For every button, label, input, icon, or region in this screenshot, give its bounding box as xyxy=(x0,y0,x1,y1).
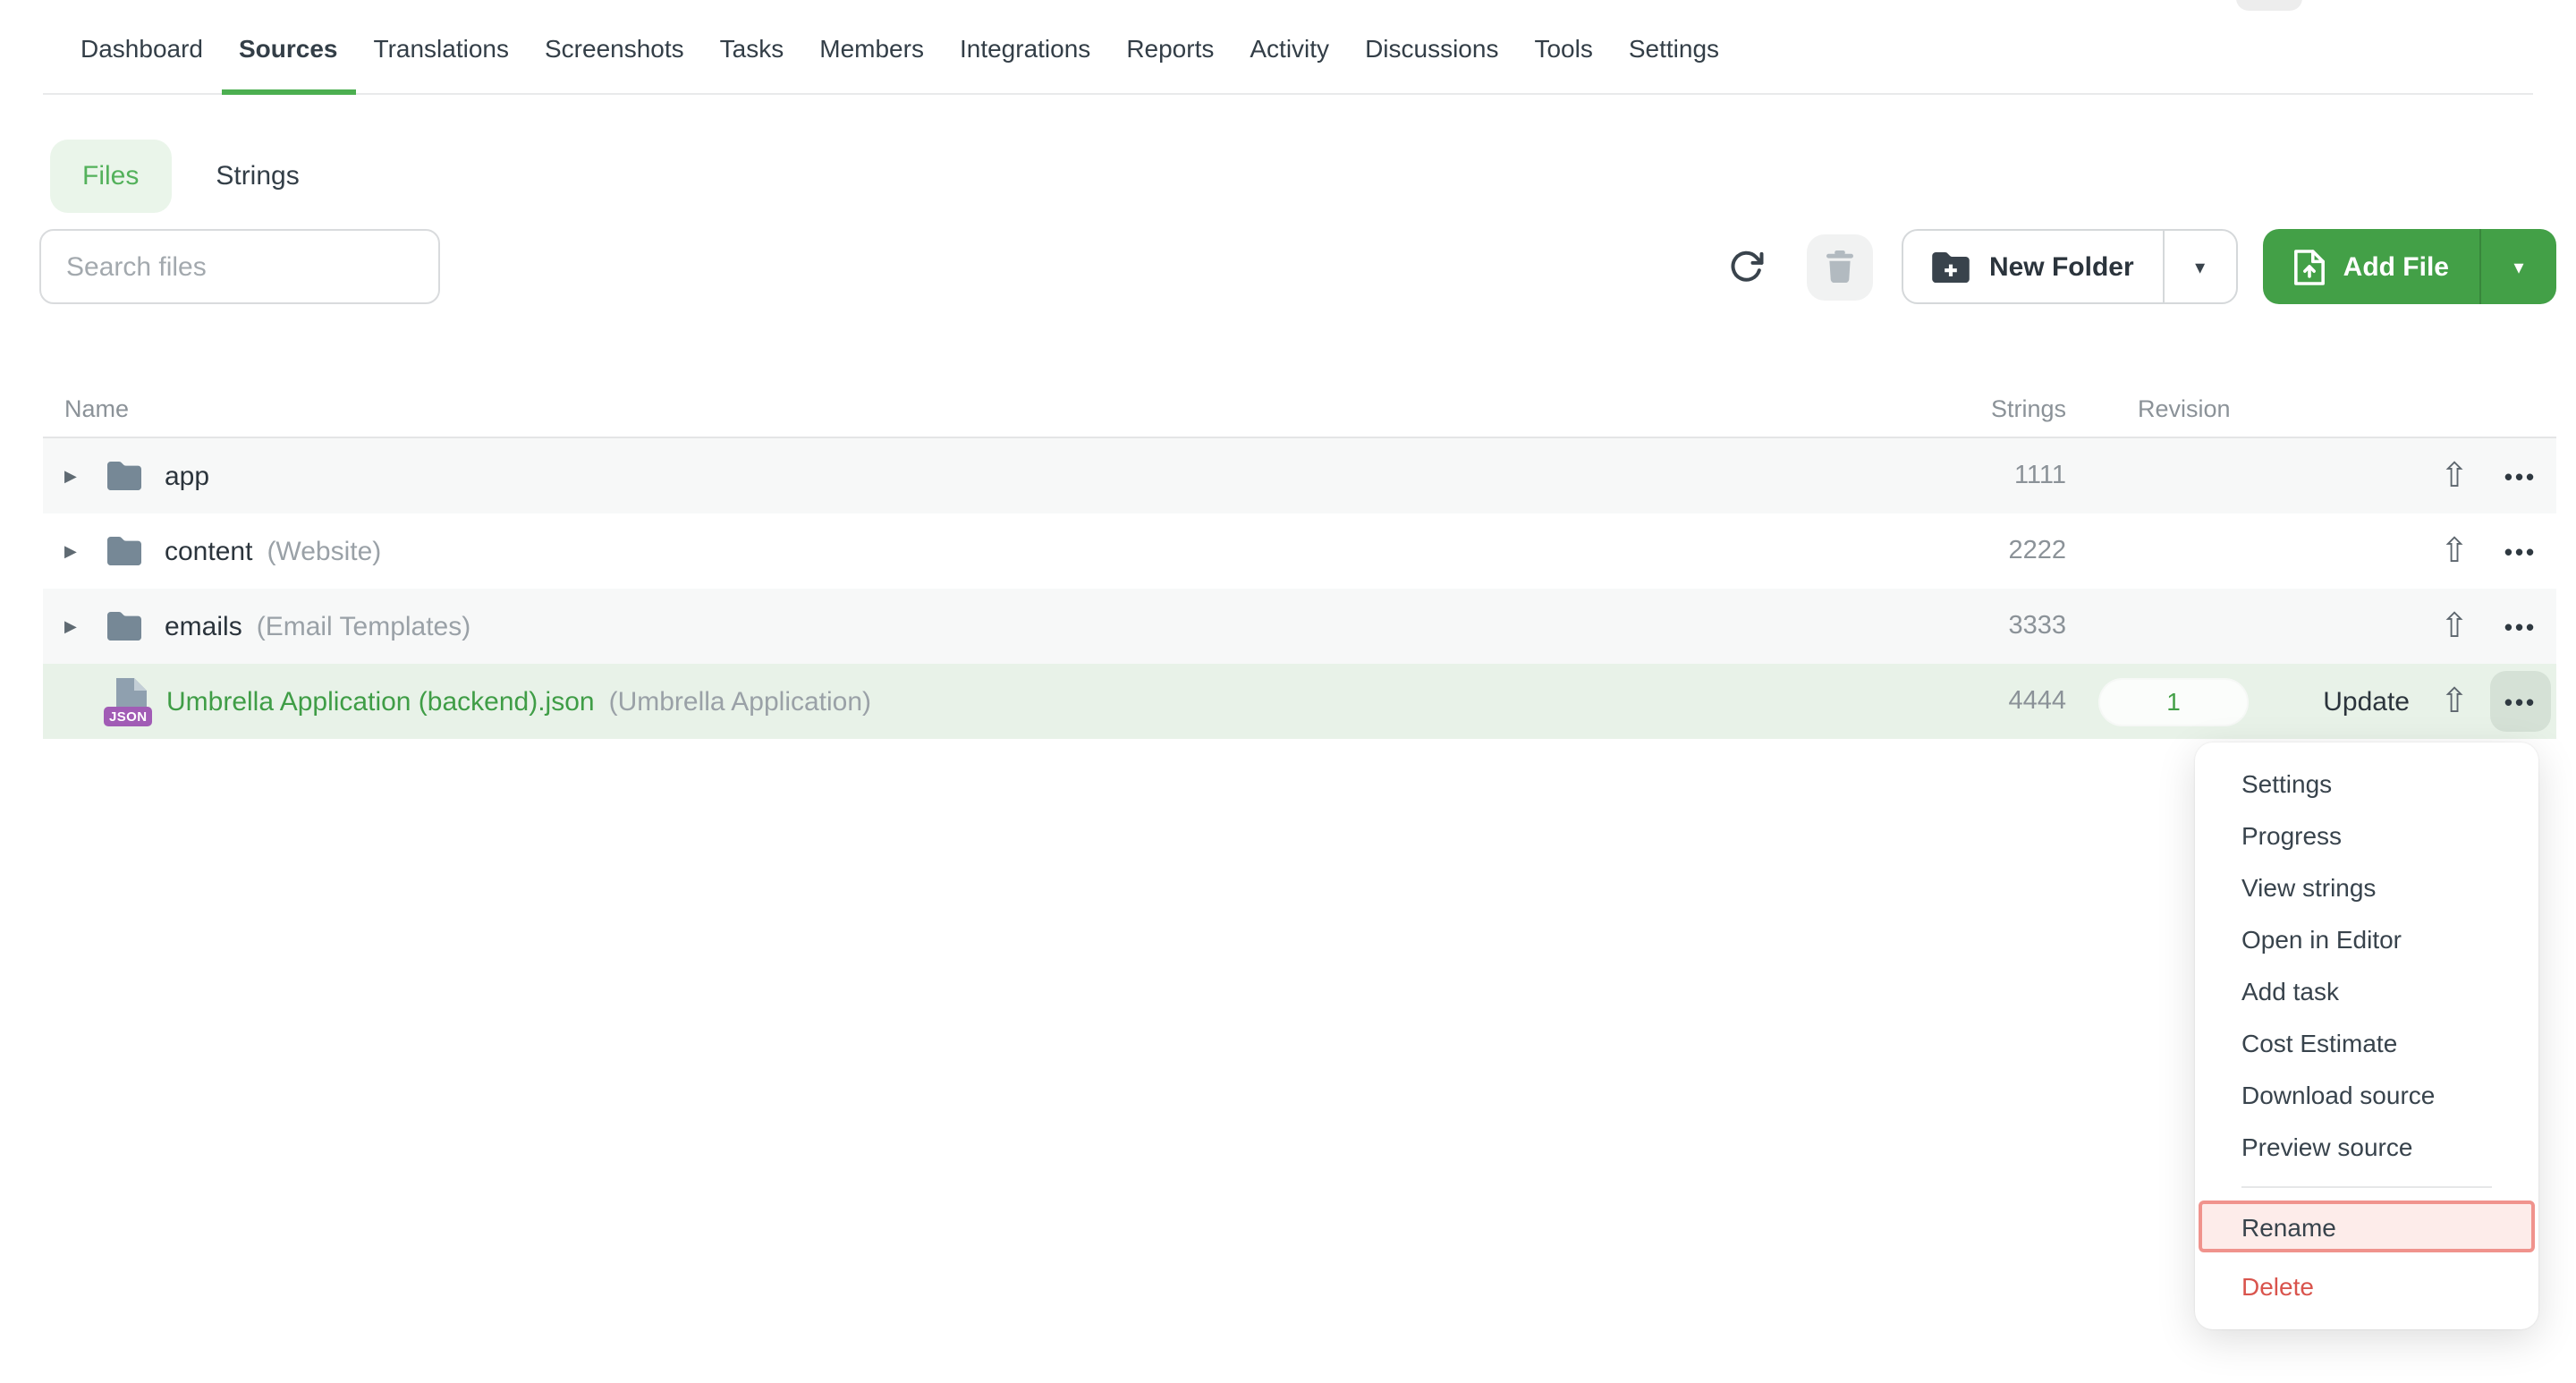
nav-item-translations[interactable]: Translations xyxy=(356,14,528,93)
upload-icon[interactable]: ⇧ xyxy=(2424,684,2485,718)
column-header-revision: Revision xyxy=(2066,395,2281,422)
nav-item-tasks[interactable]: Tasks xyxy=(702,14,802,93)
page: Dashboard Sources Translations Screensho… xyxy=(0,0,2576,1383)
folder-plus-icon xyxy=(1932,251,1970,282)
nav-item-dashboard[interactable]: Dashboard xyxy=(63,14,221,93)
folder-icon xyxy=(107,537,141,565)
table-row[interactable]: ▶ emails (Email Templates) 3333 ⇧ ••• xyxy=(43,589,2556,664)
new-folder-split-button: New Folder ▾ xyxy=(1902,229,2238,304)
folder-annotation: (Website) xyxy=(267,536,381,566)
add-file-split-button: Add File ▾ xyxy=(2263,229,2556,304)
column-header-name: Name xyxy=(43,395,1852,422)
table-header: Name Strings Revision xyxy=(43,381,2556,438)
new-folder-button[interactable]: New Folder xyxy=(1903,231,2163,302)
row-menu-button-active[interactable]: ••• xyxy=(2490,671,2551,732)
files-table: Name Strings Revision ▶ app 1111 ⇧ ••• xyxy=(43,381,2556,739)
new-folder-dropdown-button[interactable]: ▾ xyxy=(2163,231,2236,302)
upload-icon[interactable]: ⇧ xyxy=(2424,534,2485,568)
row-menu-button[interactable]: ••• xyxy=(2504,615,2537,638)
strings-count: 4444 xyxy=(1852,687,2066,716)
strings-count: 3333 xyxy=(1852,612,2066,641)
nav-item-reports[interactable]: Reports xyxy=(1108,14,1232,93)
file-name-cell: ▶ content (Website) xyxy=(43,536,1852,566)
menu-item-rename-highlighted[interactable]: Rename xyxy=(2199,1201,2535,1252)
add-file-dropdown-button[interactable]: ▾ xyxy=(2479,229,2556,304)
menu-item-delete[interactable]: Delete xyxy=(2195,1260,2538,1311)
trash-icon xyxy=(1826,250,1853,283)
update-link[interactable]: Update xyxy=(2281,686,2424,717)
file-context-menu: Settings Progress View strings Open in E… xyxy=(2195,742,2538,1329)
menu-divider xyxy=(2241,1186,2492,1188)
refresh-icon xyxy=(1728,249,1764,284)
nav-item-discussions[interactable]: Discussions xyxy=(1347,14,1516,93)
nav-item-settings[interactable]: Settings xyxy=(1611,14,1737,93)
menu-item-preview-source[interactable]: Preview source xyxy=(2195,1120,2538,1172)
expand-arrow-icon[interactable]: ▶ xyxy=(64,466,107,486)
folder-annotation: (Email Templates) xyxy=(257,611,471,641)
column-header-strings: Strings xyxy=(1852,395,2066,422)
revision-cell: 1 xyxy=(2066,677,2281,725)
folder-icon xyxy=(107,462,141,490)
file-name-cell: ▶ emails (Email Templates) xyxy=(43,611,1852,641)
folder-name[interactable]: emails xyxy=(165,611,242,641)
revision-badge[interactable]: 1 xyxy=(2098,677,2249,725)
folder-icon xyxy=(107,612,141,641)
table-row[interactable]: ▶ app 1111 ⇧ ••• xyxy=(43,438,2556,513)
search-input[interactable] xyxy=(39,229,440,304)
menu-item-add-task[interactable]: Add task xyxy=(2195,964,2538,1016)
menu-item-open-in-editor[interactable]: Open in Editor xyxy=(2195,912,2538,964)
menu-item-progress[interactable]: Progress xyxy=(2195,809,2538,861)
table-row-selected[interactable]: JSON Umbrella Application (backend).json… xyxy=(43,664,2556,739)
json-badge: JSON xyxy=(104,706,152,726)
tab-files[interactable]: Files xyxy=(50,140,171,213)
row-menu-button[interactable]: ••• xyxy=(2504,539,2537,563)
file-name[interactable]: Umbrella Application (backend).json xyxy=(166,686,595,717)
caret-down-icon: ▾ xyxy=(2195,255,2205,278)
cutoff-toolbar-element xyxy=(2236,0,2302,11)
expand-arrow-icon[interactable]: ▶ xyxy=(64,541,107,561)
file-annotation: (Umbrella Application) xyxy=(609,686,871,717)
add-file-label: Add File xyxy=(2343,251,2449,282)
ellipsis-icon: ••• xyxy=(2504,690,2537,713)
delete-selected-button[interactable] xyxy=(1807,233,1873,300)
nav-item-sources[interactable]: Sources xyxy=(221,14,356,93)
expand-arrow-icon[interactable]: ▶ xyxy=(64,616,107,636)
nav-item-tools[interactable]: Tools xyxy=(1516,14,1610,93)
tab-strings[interactable]: Strings xyxy=(216,161,299,191)
folder-name[interactable]: content xyxy=(165,536,252,566)
nav-item-integrations[interactable]: Integrations xyxy=(942,14,1108,93)
menu-item-cost-estimate[interactable]: Cost Estimate xyxy=(2195,1016,2538,1068)
upload-icon[interactable]: ⇧ xyxy=(2424,609,2485,643)
strings-count: 1111 xyxy=(1852,462,2066,490)
folder-name[interactable]: app xyxy=(165,461,209,491)
file-upload-icon xyxy=(2293,248,2326,285)
strings-count: 2222 xyxy=(1852,537,2066,565)
upload-icon[interactable]: ⇧ xyxy=(2424,459,2485,493)
file-name-cell: ▶ app xyxy=(43,461,1852,491)
menu-item-settings[interactable]: Settings xyxy=(2195,757,2538,809)
table-row[interactable]: ▶ content (Website) 2222 ⇧ ••• xyxy=(43,513,2556,589)
file-name-cell: JSON Umbrella Application (backend).json… xyxy=(43,678,1852,725)
nav-item-activity[interactable]: Activity xyxy=(1232,14,1347,93)
menu-item-view-strings[interactable]: View strings xyxy=(2195,861,2538,912)
row-menu-button[interactable]: ••• xyxy=(2504,464,2537,488)
nav-item-screenshots[interactable]: Screenshots xyxy=(527,14,702,93)
file-toolbar: New Folder ▾ Add File ▾ xyxy=(39,229,2556,304)
nav-item-members[interactable]: Members xyxy=(801,14,942,93)
caret-down-icon: ▾ xyxy=(2513,255,2523,278)
menu-item-download-source[interactable]: Download source xyxy=(2195,1068,2538,1120)
add-file-button[interactable]: Add File xyxy=(2263,229,2479,304)
json-file-icon: JSON xyxy=(107,678,150,725)
refresh-button[interactable] xyxy=(1716,236,1776,297)
top-nav: Dashboard Sources Translations Screensho… xyxy=(43,0,2533,95)
new-folder-label: New Folder xyxy=(1989,251,2134,282)
source-view-tabs: Files Strings xyxy=(50,140,2576,213)
